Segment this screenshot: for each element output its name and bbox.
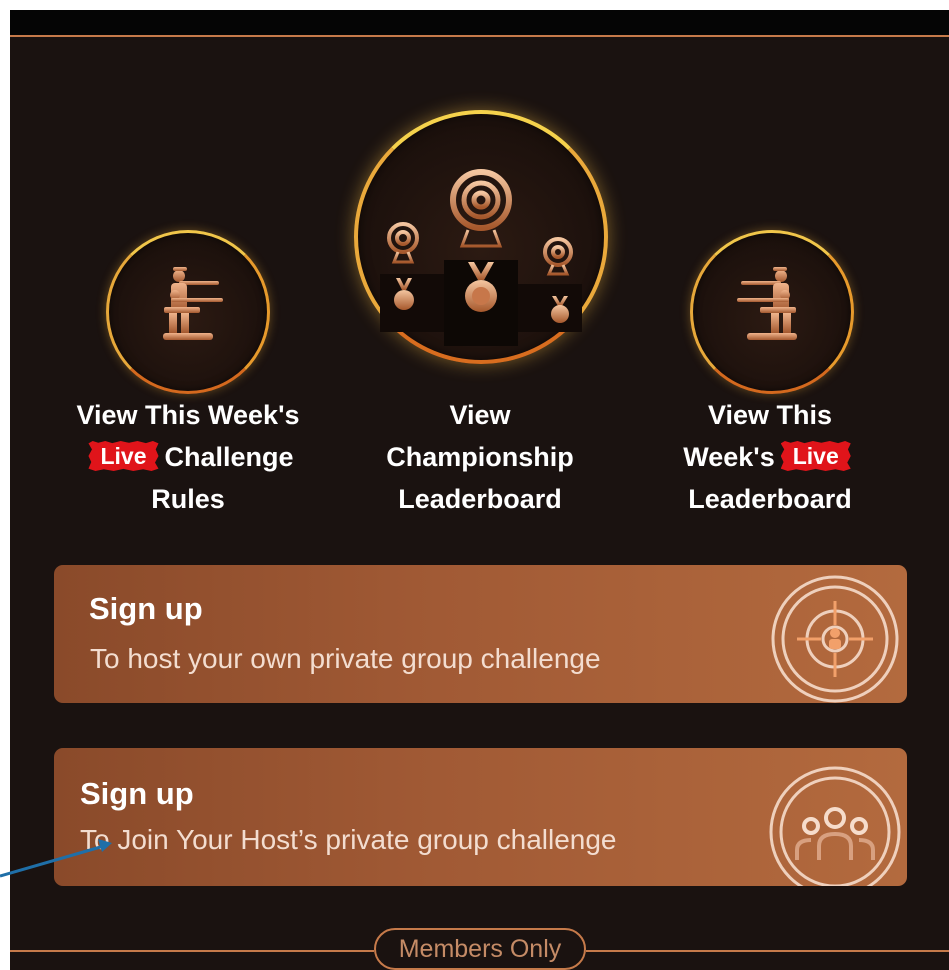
weekly-leaderboard-caption[interactable]: View This Week's Live Leaderboard	[630, 394, 910, 520]
footer-divider-right	[586, 950, 949, 952]
caption-line: View This Week's	[76, 400, 300, 430]
card-subtitle: To host your own private group challenge	[90, 643, 601, 674]
card-title: Sign up	[80, 776, 194, 811]
caption-line: View This	[707, 400, 833, 430]
caption-line: Leaderboard	[398, 484, 562, 514]
caption-line: Week's	[683, 442, 775, 472]
championship-leaderboard-button[interactable]	[354, 110, 608, 364]
championship-caption[interactable]: View Championship Leaderboard	[340, 394, 620, 520]
rules-button[interactable]	[106, 230, 270, 394]
card-title: Sign up	[89, 591, 203, 626]
group-people-icon	[769, 766, 901, 886]
caption-line: Leaderboard	[688, 484, 852, 514]
footer-divider-left	[10, 950, 374, 952]
shooter-icon	[737, 267, 797, 340]
live-badge: Live	[780, 441, 851, 471]
host-signup-card[interactable]: Sign up To host your own private group c…	[54, 565, 907, 703]
challenge-panel: View This Week's Live Challenge Rules Vi…	[10, 10, 949, 970]
crosshair-target-icon	[771, 575, 899, 703]
members-only-badge: Members Only	[374, 928, 586, 970]
caption-line: Championship	[386, 442, 574, 472]
caption-line: Rules	[151, 484, 225, 514]
card-subtitle: To Join Your Host’s private group challe…	[80, 824, 617, 855]
caption-line: Challenge	[164, 442, 294, 472]
caption-line: View	[449, 400, 511, 430]
top-bar	[10, 10, 949, 37]
join-signup-card[interactable]: Sign up To Join Your Host’s private grou…	[54, 748, 907, 886]
rules-caption[interactable]: View This Week's Live Challenge Rules	[38, 394, 338, 520]
shooter-icon	[163, 267, 223, 340]
podium-medals-icon	[380, 169, 582, 346]
live-badge: Live	[88, 441, 159, 471]
weekly-leaderboard-button[interactable]	[690, 230, 854, 394]
